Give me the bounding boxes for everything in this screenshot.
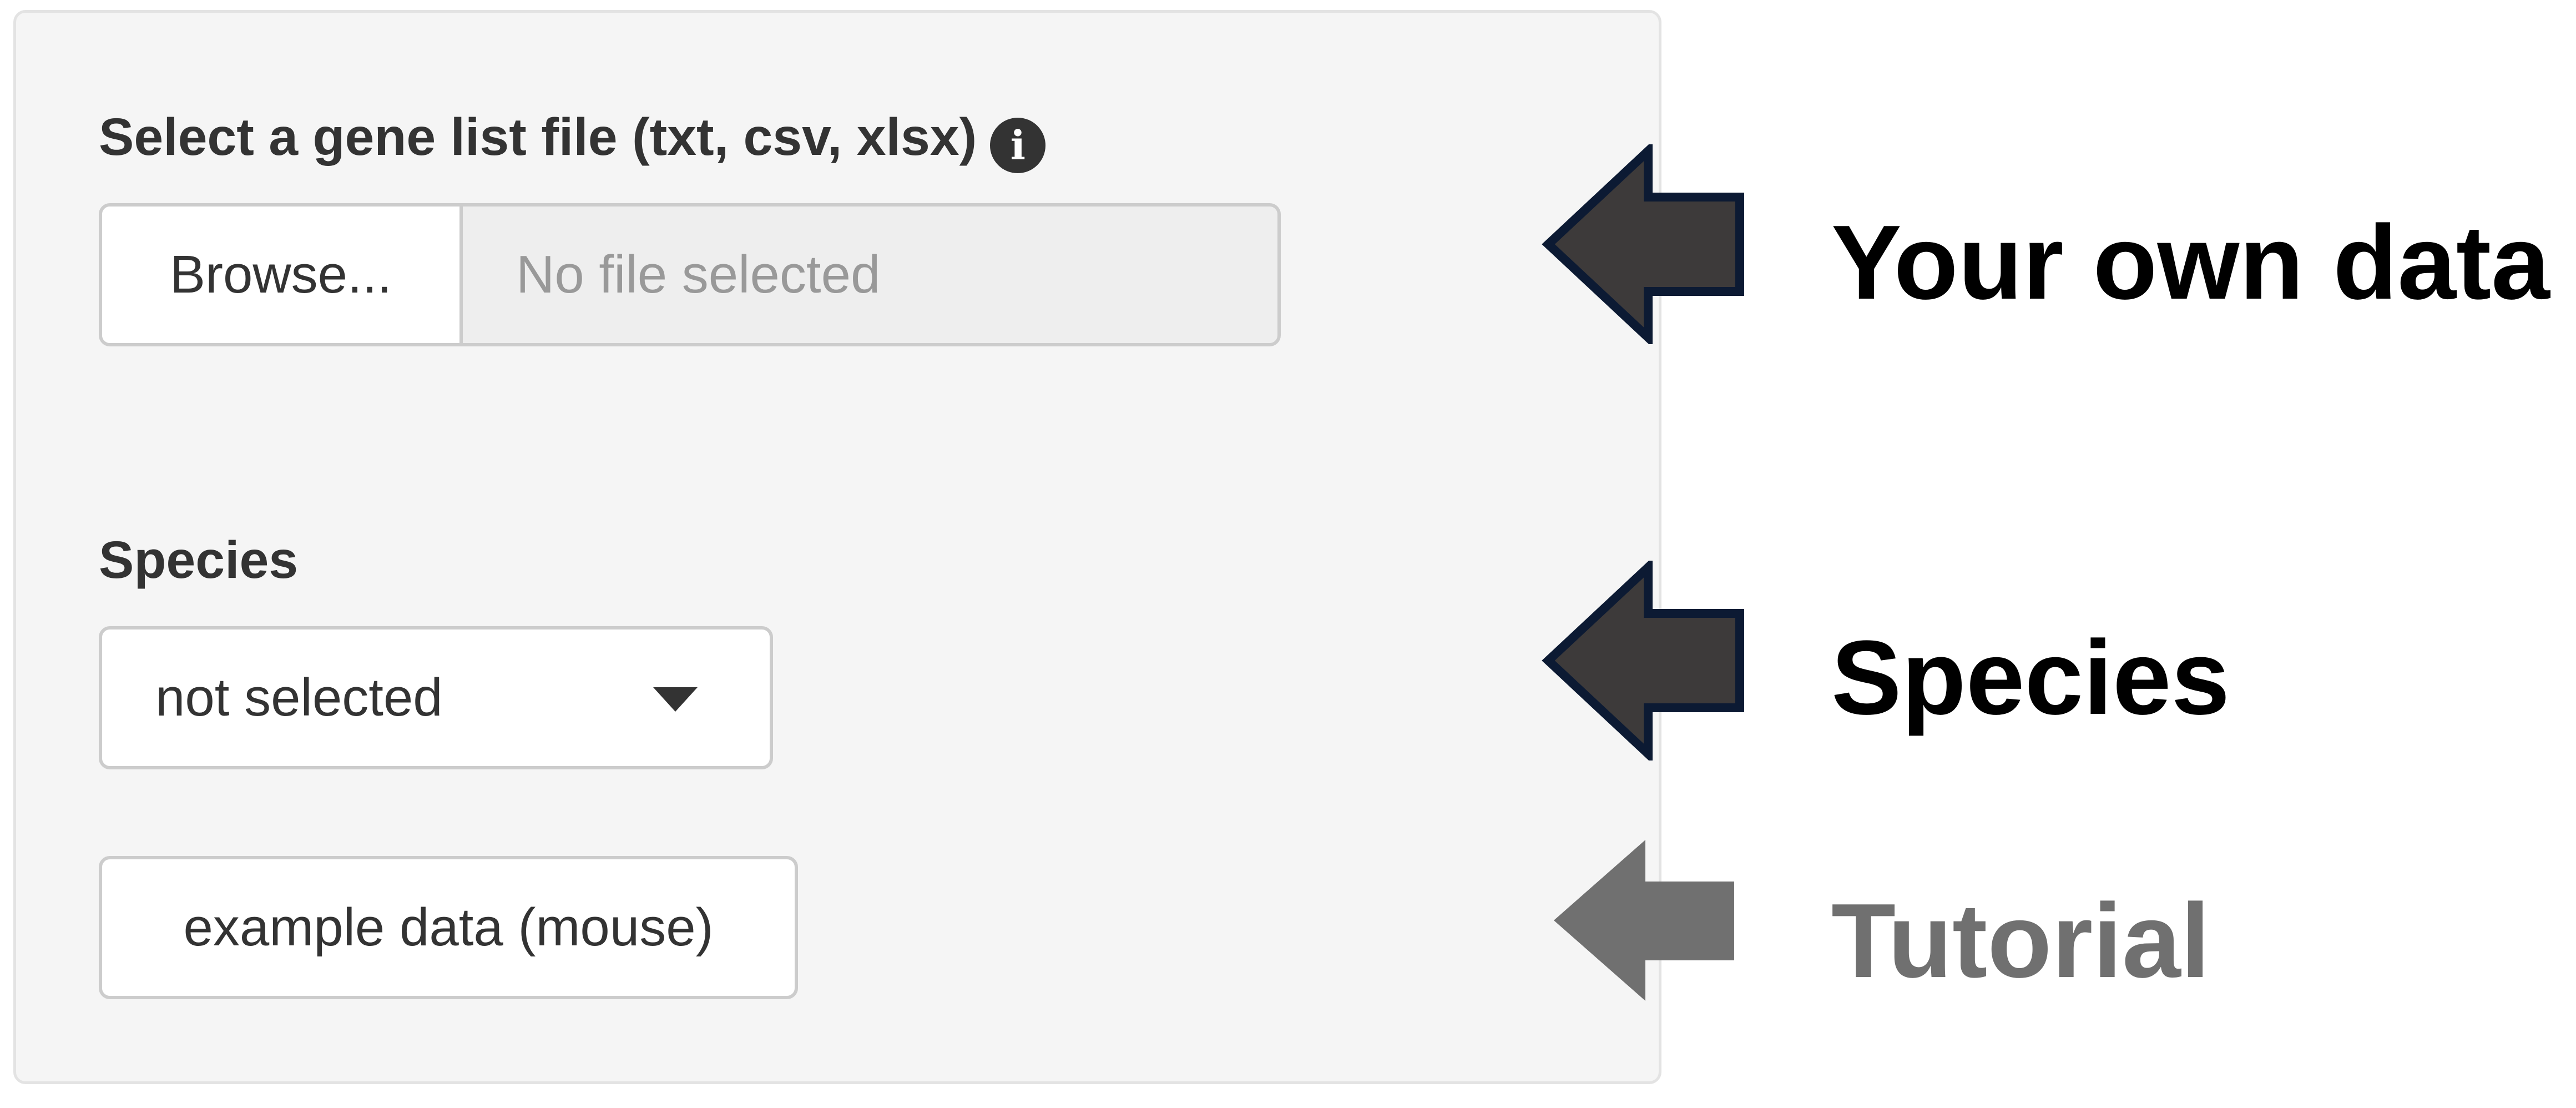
annotation-own-data: Your own data bbox=[1831, 204, 2550, 321]
species-select[interactable]: not selected bbox=[99, 626, 773, 769]
arrow-left-icon bbox=[1542, 144, 1744, 344]
page: Select a gene list file (txt, csv, xlsx)… bbox=[0, 0, 2576, 1108]
arrow-left-icon bbox=[1542, 561, 1744, 761]
annotation-tutorial: Tutorial bbox=[1831, 882, 2210, 1000]
info-icon[interactable]: i bbox=[990, 118, 1046, 173]
species-label: Species bbox=[99, 531, 299, 590]
species-select-value: not selected bbox=[155, 668, 443, 727]
caret-down-icon bbox=[653, 687, 698, 712]
arrow-left-icon bbox=[1554, 840, 1734, 1001]
file-input-label: Select a gene list file (txt, csv, xlsx)… bbox=[99, 108, 1046, 173]
file-input[interactable]: Browse... No file selected bbox=[99, 203, 1281, 346]
file-name-display: No file selected bbox=[516, 245, 881, 304]
browse-button[interactable]: Browse... bbox=[102, 207, 463, 343]
file-input-label-text: Select a gene list file (txt, csv, xlsx) bbox=[99, 108, 977, 167]
example-data-button[interactable]: example data (mouse) bbox=[99, 856, 798, 999]
annotation-species: Species bbox=[1831, 619, 2230, 737]
